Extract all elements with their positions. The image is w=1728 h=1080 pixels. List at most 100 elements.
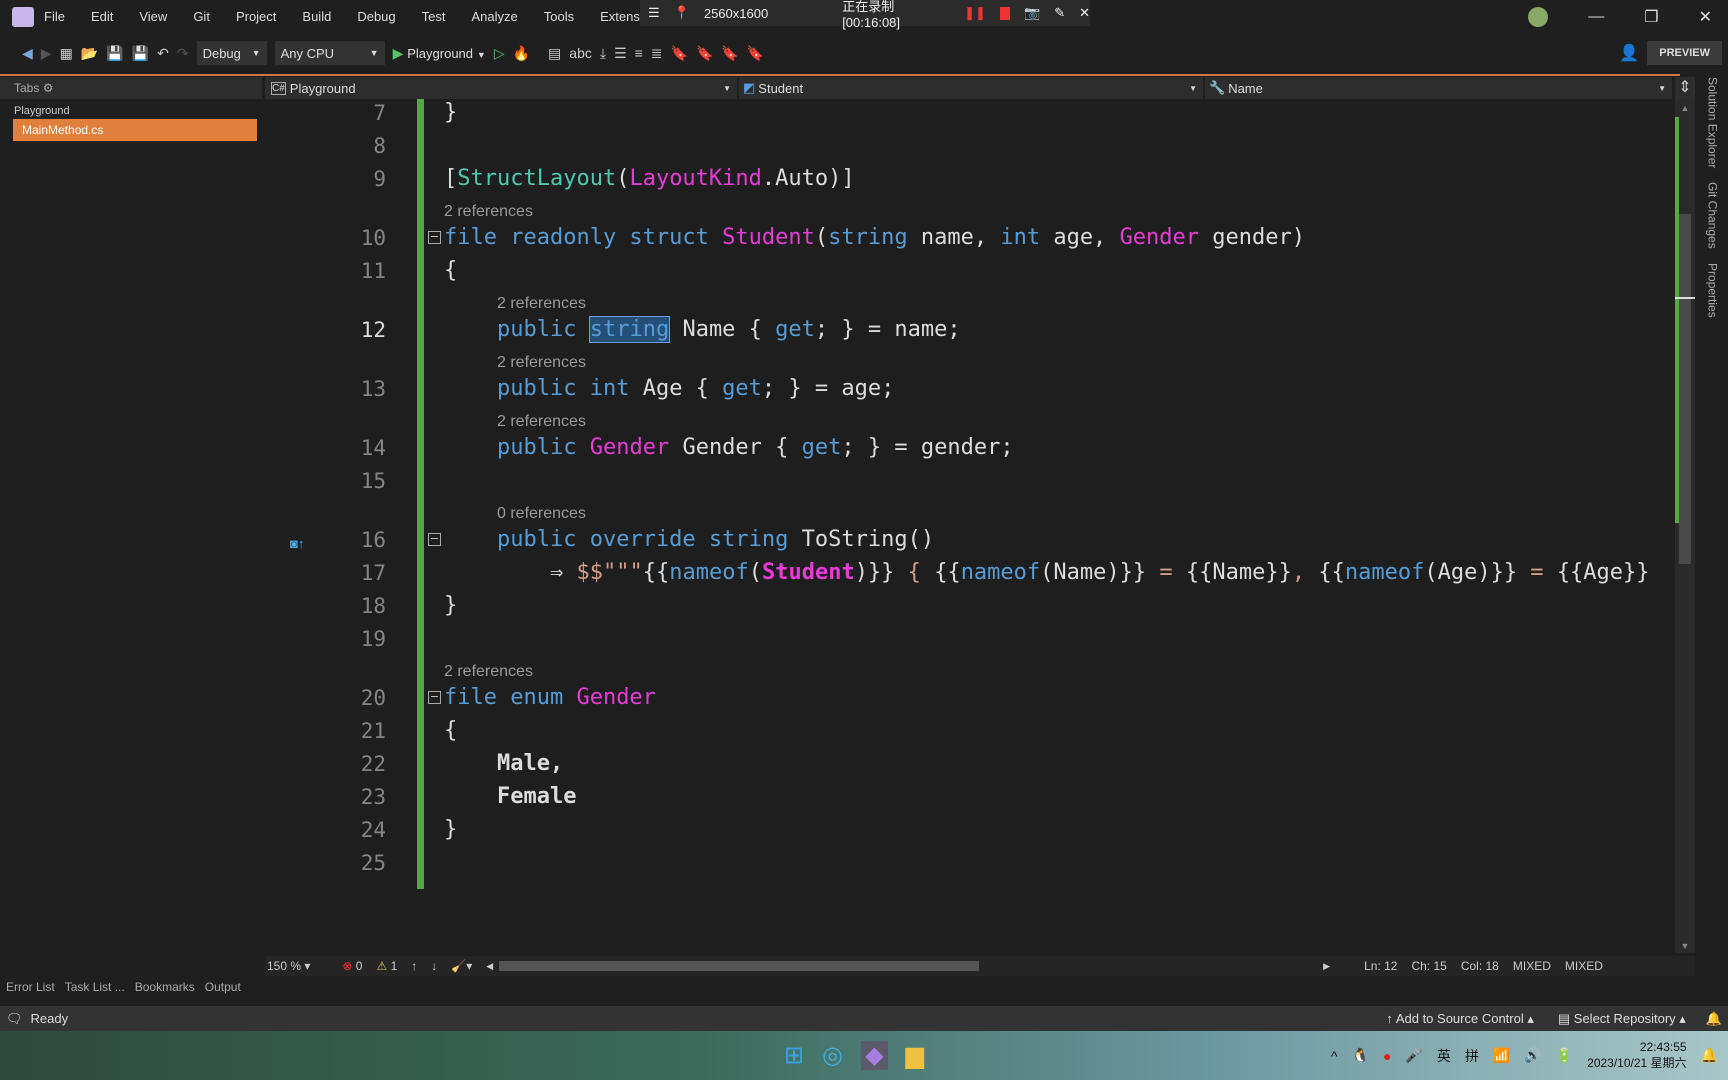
clear-bookmark-icon[interactable]: 🔖 <box>747 45 764 62</box>
configuration-select[interactable]: Debug ▼ <box>196 41 267 65</box>
live-share-icon[interactable]: 👤 <box>1619 43 1639 63</box>
run-button[interactable]: ▶ Playground ▼ <box>393 45 486 62</box>
ime-language[interactable]: 英 <box>1437 1046 1451 1066</box>
collapse-icon[interactable]: − <box>428 533 441 546</box>
scroll-up-icon[interactable]: ▲ <box>1675 103 1695 113</box>
references-count[interactable]: 2 references <box>444 663 533 681</box>
solution-icon[interactable]: ▤ <box>548 45 561 62</box>
code-line[interactable]: 21 { <box>290 714 1672 747</box>
menu-git[interactable]: Git <box>193 9 210 24</box>
menu-debug[interactable]: Debug <box>357 9 395 24</box>
references-count[interactable]: 2 references <box>497 354 586 372</box>
bell-icon[interactable]: 🔔 <box>1706 1011 1722 1027</box>
spellcheck-icon[interactable]: abc <box>569 45 592 61</box>
codelens-references[interactable]: 2 references <box>290 287 1672 313</box>
preview-button[interactable]: PREVIEW <box>1647 41 1722 65</box>
codelens-references[interactable]: 2 references <box>290 346 1672 372</box>
code-line[interactable]: 13 public int Age { get; } = age; <box>290 372 1672 405</box>
code-line[interactable]: 20 − file enum Gender <box>290 681 1672 714</box>
pin-icon[interactable]: 📍 <box>674 5 690 21</box>
file-explorer-icon[interactable]: ▆ <box>906 1041 924 1070</box>
line-endings-mode[interactable]: MIXED <box>1565 959 1603 973</box>
menu-file[interactable]: File <box>44 9 65 24</box>
undo-icon[interactable]: ↶ <box>157 45 169 62</box>
menu-test[interactable]: Test <box>422 9 446 24</box>
line-indicator[interactable]: Ln: 12 <box>1364 959 1397 973</box>
code-line[interactable]: 14 public Gender Gender { get; } = gender… <box>290 431 1672 464</box>
open-icon[interactable]: 📂 <box>81 45 98 62</box>
menu-build[interactable]: Build <box>302 9 331 24</box>
bottom-tab-error-list[interactable]: Error List <box>6 980 55 1000</box>
select-repository-button[interactable]: ▤ Select Repository ▴ <box>1558 1011 1686 1027</box>
record-icon[interactable]: ● <box>1383 1048 1391 1064</box>
volume-icon[interactable]: 🔊 <box>1524 1047 1541 1064</box>
code-line[interactable]: 19 <box>290 622 1672 655</box>
vertical-scrollbar[interactable]: ▲ ▼ <box>1675 99 1695 953</box>
references-count[interactable]: 2 references <box>497 295 586 313</box>
code-line[interactable]: 11 { <box>290 254 1672 287</box>
stop-button[interactable] <box>999 6 1010 20</box>
pen-icon[interactable]: ✎ <box>1054 5 1065 21</box>
char-indicator[interactable]: Ch: 15 <box>1411 959 1446 973</box>
right-tab-git-changes[interactable]: Git Changes <box>1706 182 1720 249</box>
references-count[interactable]: 2 references <box>444 203 533 221</box>
redo-icon[interactable]: ↷ <box>177 45 189 62</box>
next-issue-icon[interactable]: ↓ <box>431 959 437 973</box>
bottom-tab-bookmarks[interactable]: Bookmarks <box>135 980 195 1000</box>
whitespace-mode[interactable]: MIXED <box>1513 959 1551 973</box>
menu-project[interactable]: Project <box>236 9 276 24</box>
horizontal-scrollbar[interactable] <box>499 961 980 971</box>
project-dropdown[interactable]: C# Playground ▼ <box>265 77 737 99</box>
comment-icon[interactable]: ≡ <box>635 45 643 61</box>
start-icon[interactable]: ⊞ <box>784 1041 804 1070</box>
codelens-references[interactable]: 0 references <box>290 497 1672 523</box>
code-line[interactable]: 12 public string Name { get; } = name; <box>290 313 1672 346</box>
prev-issue-icon[interactable]: ↑ <box>411 959 417 973</box>
code-line[interactable]: 17 ⇒ $$"""{{nameof(Student)}} { {{nameof(… <box>290 556 1672 589</box>
minimize-button[interactable]: — <box>1588 8 1604 26</box>
codelens-references[interactable]: 2 references <box>290 405 1672 431</box>
code-line[interactable]: 23 Female <box>290 780 1672 813</box>
avatar[interactable] <box>1528 6 1549 27</box>
edge-icon[interactable]: ◎ <box>822 1041 843 1070</box>
codelens-references[interactable]: 2 references <box>290 195 1672 221</box>
scroll-right-icon[interactable]: ▶ <box>1323 961 1330 972</box>
notifications-icon[interactable]: 🔔 <box>1701 1047 1718 1064</box>
menu-view[interactable]: View <box>139 9 167 24</box>
zoom-select[interactable]: 150 % ▾ <box>267 959 310 973</box>
camera-icon[interactable]: 📷 <box>1024 5 1040 21</box>
code-line[interactable]: 18} <box>290 589 1672 622</box>
gear-icon[interactable]: ⚙ <box>43 81 54 95</box>
save-icon[interactable]: 💾 <box>106 45 123 62</box>
code-line[interactable]: 10 − file readonly struct Student(string n… <box>290 221 1672 254</box>
menu-tools[interactable]: Tools <box>544 9 574 24</box>
clock[interactable]: 22:43:55 2023/10/21 星期六 <box>1587 1040 1686 1071</box>
new-project-icon[interactable]: ▦ <box>60 45 73 62</box>
collapse-icon[interactable]: − <box>428 691 441 704</box>
run-without-debug-icon[interactable]: ▷ <box>494 45 505 62</box>
forward-icon[interactable]: ▶ <box>41 45 52 62</box>
references-count[interactable]: 0 references <box>497 505 586 523</box>
warnings-indicator[interactable]: ⚠ 1 <box>376 959 397 973</box>
scroll-left-icon[interactable]: ◀ <box>486 961 493 972</box>
member-dropdown[interactable]: 🔧 Name ▼ <box>1205 77 1672 99</box>
code-line[interactable]: 25 <box>290 846 1672 879</box>
close-button[interactable]: ✕ <box>1699 7 1712 27</box>
mic-icon[interactable]: 🎤 <box>1405 1047 1422 1064</box>
menu-analyze[interactable]: Analyze <box>471 9 517 24</box>
platform-select[interactable]: Any CPU ▼ <box>274 41 385 65</box>
cleanup-icon[interactable]: 🧹▾ <box>451 959 472 973</box>
close-recorder-icon[interactable]: ✕ <box>1079 5 1090 21</box>
prev-bookmark-icon[interactable]: 🔖 <box>696 45 713 62</box>
uncomment-icon[interactable]: ≣ <box>651 45 663 62</box>
code-line[interactable]: 9 [StructLayout(LayoutKind.Auto)] <box>290 162 1672 195</box>
errors-indicator[interactable]: ⊗ 0 <box>342 959 362 973</box>
code-editor[interactable]: ◙↑ 7} 8 9 [StructLayout(LayoutKind.Auto)] 2 … <box>290 99 1672 953</box>
restore-button[interactable]: ❐ <box>1644 7 1658 27</box>
bottom-tab-output[interactable]: Output <box>205 980 241 1000</box>
menu-icon[interactable]: ☰ <box>648 5 660 21</box>
split-icon[interactable]: ⇕ <box>1675 77 1695 99</box>
right-tab-properties[interactable]: Properties <box>1706 263 1720 318</box>
code-line[interactable]: 15 <box>290 464 1672 497</box>
back-icon[interactable]: ◀ <box>22 45 33 62</box>
